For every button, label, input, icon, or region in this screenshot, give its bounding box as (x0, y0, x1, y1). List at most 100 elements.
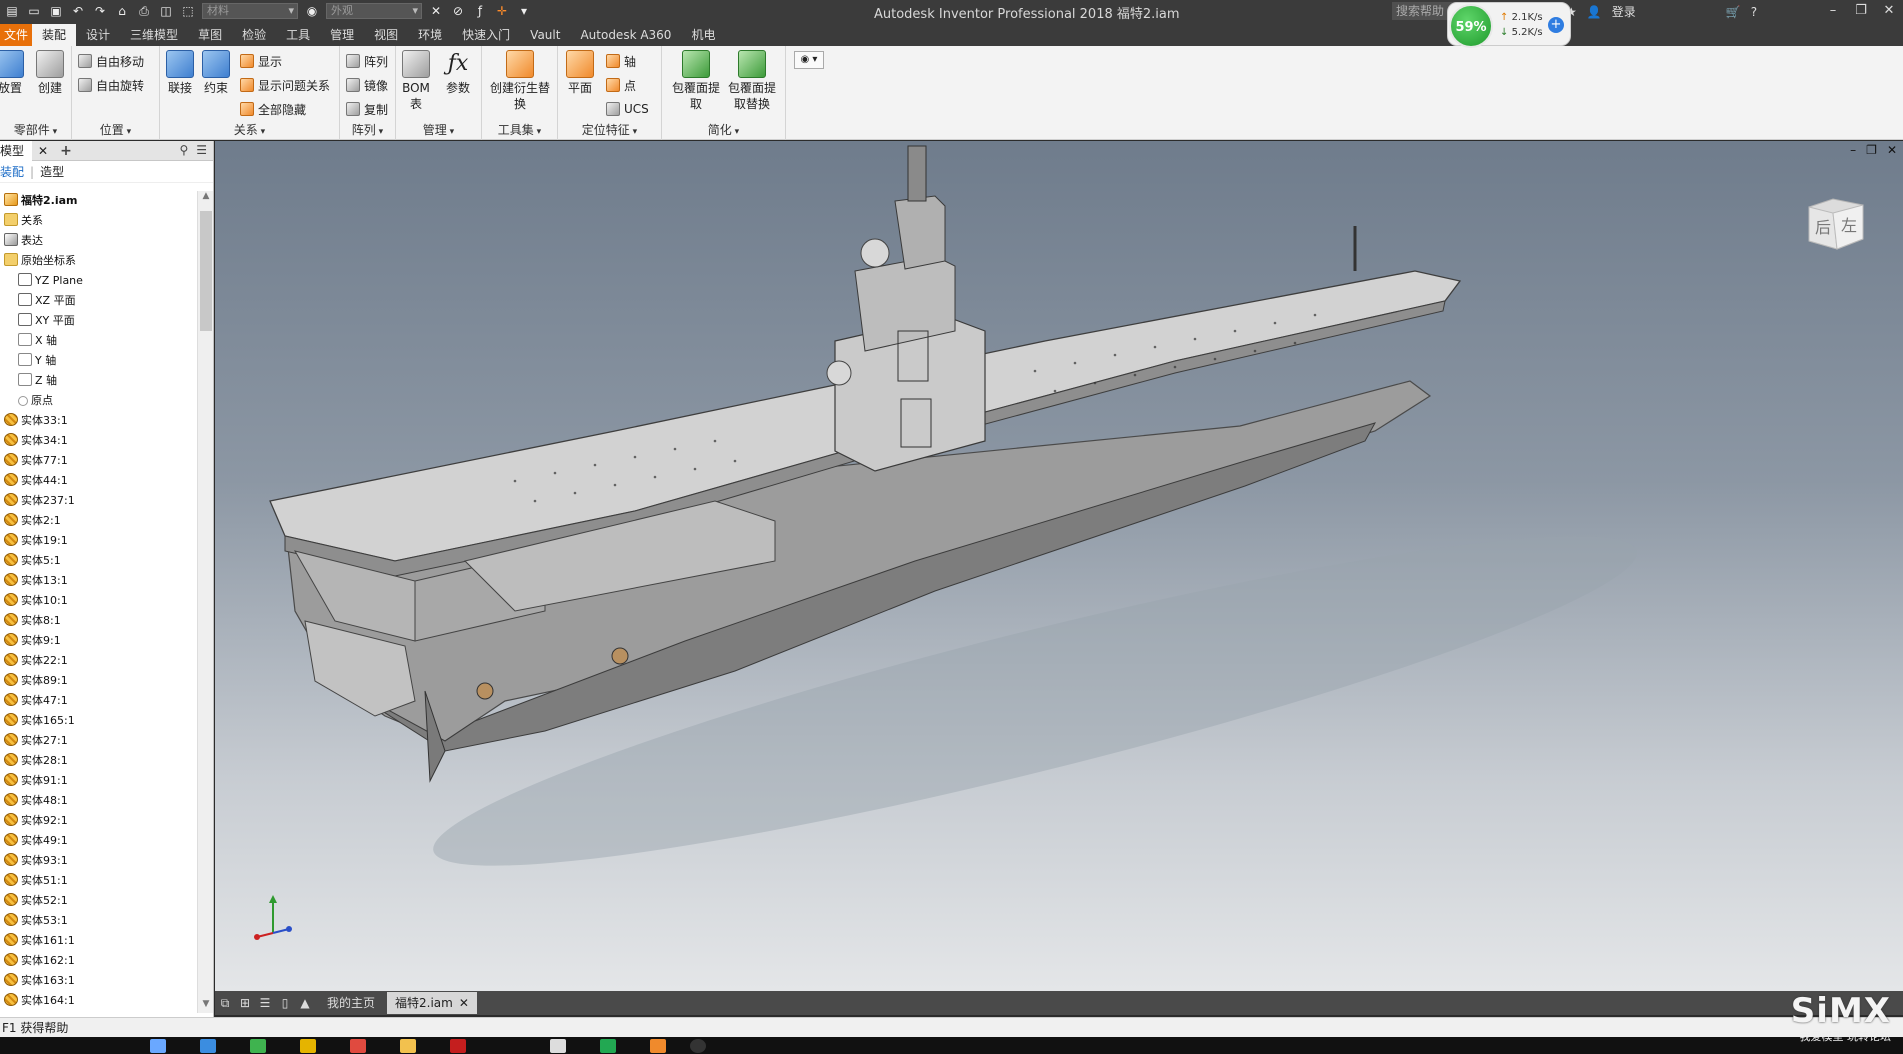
shrinkwrap-button[interactable]: 包覆面提取 (668, 50, 724, 112)
taskbar-app-icon[interactable] (550, 1039, 566, 1053)
parameters-button[interactable]: ƒx 参数 (438, 50, 478, 96)
network-speed-widget[interactable]: 59% 2.1K/s 5.2K/s + (1447, 2, 1571, 48)
ribbon-tab[interactable]: Vault (520, 24, 570, 46)
tree-node-part[interactable]: 实体5:1 (0, 551, 196, 571)
login-link[interactable]: 登录 (1612, 3, 1636, 20)
user-icon[interactable]: 👤 (1587, 5, 1602, 19)
help-icon[interactable]: ? (1751, 5, 1757, 19)
ribbon-tab[interactable]: 环境 (408, 24, 452, 46)
browser-add-icon[interactable]: + (60, 143, 72, 159)
clear-override-icon[interactable]: ✕ (428, 4, 444, 18)
tree-node-origin[interactable]: XZ 平面 (0, 291, 196, 311)
group-title-position[interactable]: 位置 (72, 121, 159, 138)
create-button[interactable]: 创建 (30, 50, 70, 96)
scroll-thumb[interactable] (200, 211, 212, 331)
group-title-relationships[interactable]: 关系 (160, 121, 339, 138)
close-icon[interactable]: ✕ (1875, 0, 1903, 22)
ribbon-tab[interactable]: 视图 (364, 24, 408, 46)
viewcube[interactable]: 后 左 (1803, 193, 1869, 253)
tree-node[interactable]: 原始坐标系 (0, 251, 196, 271)
viewport-restore-icon[interactable]: ❐ (1866, 143, 1877, 157)
point-button[interactable]: 点 (606, 76, 636, 94)
ribbon-tab[interactable]: 装配 (32, 24, 77, 46)
mode-assembly[interactable]: 装配 (0, 163, 24, 180)
select-icon[interactable]: ⬚ (180, 4, 196, 18)
horizontal-split-icon[interactable]: ☰ (255, 996, 275, 1010)
tree-node-origin[interactable]: YZ Plane (0, 271, 196, 291)
group-title-toolset[interactable]: 工具集 (482, 121, 557, 138)
browser-scrollbar[interactable]: ▲ ▼ (197, 191, 213, 1013)
viewport-minimize-icon[interactable]: – (1850, 143, 1856, 157)
tree-node-part[interactable]: 实体28:1 (0, 751, 196, 771)
tree-node-origin[interactable]: Y 轴 (0, 351, 196, 371)
update-icon[interactable]: ◫ (158, 4, 174, 18)
ribbon-tab[interactable]: 设计 (76, 24, 120, 46)
appearance-icon[interactable]: ◉ (304, 4, 320, 18)
axis-button[interactable]: 轴 (606, 52, 636, 70)
tree-node-part[interactable]: 实体91:1 (0, 771, 196, 791)
appearance-combo[interactable]: 外观 (326, 3, 422, 19)
tree-node-part[interactable]: 实体53:1 (0, 911, 196, 931)
ribbon-options-dropdown[interactable]: ◉ ▾ (794, 51, 824, 69)
tree-node-part[interactable]: 实体44:1 (0, 471, 196, 491)
group-title-manage[interactable]: 管理 (396, 121, 481, 138)
group-title-work-features[interactable]: 定位特征 (558, 121, 661, 138)
minimize-icon[interactable]: – (1819, 0, 1847, 22)
ribbon-tab[interactable]: 检验 (232, 24, 276, 46)
create-derive-button[interactable]: 创建衍生替换 (490, 50, 550, 112)
scroll-down-icon[interactable]: ▼ (198, 999, 214, 1013)
bom-button[interactable]: BOM表 (398, 50, 434, 112)
ribbon-tab[interactable]: 草图 (188, 24, 232, 46)
taskbar-app-icon[interactable] (300, 1039, 316, 1053)
taskbar-app-icon[interactable] (250, 1039, 266, 1053)
tree-node-part[interactable]: 实体10:1 (0, 591, 196, 611)
taskbar-app-icon[interactable] (400, 1039, 416, 1053)
browser-search-icon[interactable]: ⚲ (179, 143, 188, 157)
close-tab-icon[interactable]: ✕ (459, 996, 469, 1010)
boost-plus-icon[interactable]: + (1548, 17, 1564, 33)
home-icon[interactable]: ⌂ (114, 4, 130, 18)
tab-my-home[interactable]: 我的主页 (319, 992, 383, 1014)
mirror-button[interactable]: 镜像 (346, 76, 388, 94)
tree-node-part[interactable]: 实体165:1 (0, 711, 196, 731)
copy-button[interactable]: 复制 (346, 100, 388, 118)
group-title-pattern[interactable]: 阵列 (340, 121, 395, 138)
tree-node-part[interactable]: 实体33:1 (0, 411, 196, 431)
browser-close-icon[interactable]: ✕ (38, 144, 48, 158)
taskbar-app-icon[interactable] (350, 1039, 366, 1053)
tree-node-part[interactable]: 实体49:1 (0, 831, 196, 851)
material-combo[interactable]: 材料 (202, 3, 298, 19)
ribbon-tab[interactable]: Autodesk A360 (570, 24, 681, 46)
mode-modeling[interactable]: 造型 (40, 163, 64, 180)
tree-node-part[interactable]: 实体34:1 (0, 431, 196, 451)
pattern-button[interactable]: 阵列 (346, 52, 388, 70)
tree-node-part[interactable]: 实体51:1 (0, 871, 196, 891)
crosshair-icon[interactable]: ✛ (494, 4, 510, 18)
taskbar-app-icon[interactable] (690, 1039, 706, 1053)
browser-menu-icon[interactable]: ☰ (196, 143, 207, 157)
constrain-button[interactable]: 约束 (196, 50, 236, 96)
hide-all-button[interactable]: 全部隐藏 (240, 100, 306, 118)
joint-button[interactable]: 联接 (160, 50, 200, 96)
tree-node[interactable]: 关系 (0, 211, 196, 231)
ribbon-tab[interactable]: 文件 (0, 24, 33, 46)
tree-node[interactable]: 表达 (0, 231, 196, 251)
tree-node-part[interactable]: 实体2:1 (0, 511, 196, 531)
ribbon-tab[interactable]: 三维模型 (120, 24, 188, 46)
fx-icon[interactable]: ƒ (472, 4, 488, 18)
tree-node-part[interactable]: 实体162:1 (0, 951, 196, 971)
taskbar-app-icon[interactable] (200, 1039, 216, 1053)
tree-node-part[interactable]: 实体13:1 (0, 571, 196, 591)
undo-icon[interactable]: ↶ (70, 4, 86, 18)
tree-node-origin[interactable]: Z 轴 (0, 371, 196, 391)
tree-node-part[interactable]: 实体164:1 (0, 991, 196, 1011)
print-icon[interactable]: ⎙ (136, 4, 152, 18)
vertical-split-icon[interactable]: ▯ (275, 996, 295, 1010)
scroll-up-icon[interactable]: ▲ (198, 191, 214, 205)
tree-node-part[interactable]: 实体89:1 (0, 671, 196, 691)
redo-icon[interactable]: ↷ (92, 4, 108, 18)
ribbon-tab[interactable]: 工具 (276, 24, 320, 46)
tree-node-part[interactable]: 实体77:1 (0, 451, 196, 471)
tile-icon[interactable]: ⊞ (235, 996, 255, 1010)
tree-node-part[interactable]: 实体48:1 (0, 791, 196, 811)
